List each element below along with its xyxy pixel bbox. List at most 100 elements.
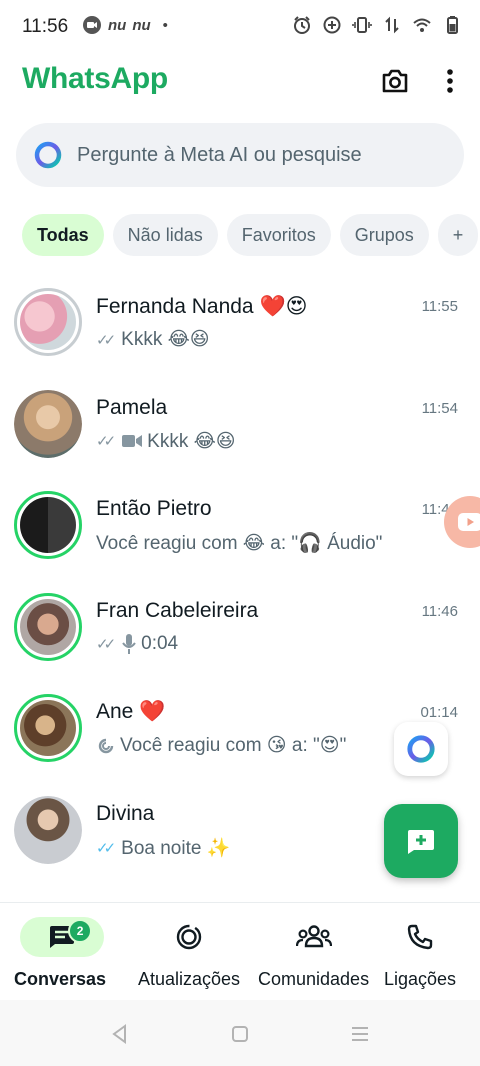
back-icon[interactable] [108,1022,132,1046]
status-time: 11:56 [22,16,69,37]
double-check-read-icon: ✓✓ [96,839,116,857]
nav-communities-label: Comunidades [258,969,370,989]
preview-text: Você reagiu com 😘 a: "😍" [120,735,347,756]
avatar[interactable] [14,491,82,559]
double-check-icon: ✓✓ [96,433,116,450]
preview-text: Kkkk 😂😆 [121,329,210,350]
nav-chats-icon-wrap: 2 [20,917,105,957]
chat-time: 11:46 [421,602,458,620]
avatar-image [14,389,82,458]
chat-preview: ✓✓ Boa noite ✨ [96,836,230,860]
preview-text: Kkkk 😂😆 [147,430,236,452]
filter-chips: Todas Não lidas Favoritos Grupos + [22,214,479,256]
video-camera-icon [83,16,101,34]
chat-name: Fernanda Nanda ❤️😍 [96,295,308,318]
filter-groups[interactable]: Grupos [339,214,429,256]
preview-text: Você reagiu com 😂 a: "🎧 Áudio" [96,533,383,554]
double-check-icon: ✓✓ [96,331,116,349]
nav-communities[interactable]: Comunidades [258,917,369,990]
search-bar[interactable] [16,123,464,187]
nav-calls[interactable]: Ligações [378,917,462,990]
avatar-image [20,598,76,655]
avatar-image [20,294,76,350]
chat-preview: ✓✓ Kkkk 😂😆 [96,430,236,453]
unread-badge: 2 [68,919,93,943]
microphone-icon [122,633,136,654]
chat-time: 11:55 [421,298,458,315]
chat-list: Fernanda Nanda ❤️😍 11:55 ✓✓ Kkkk 😂😆 Pame… [0,272,480,881]
app-title: WhatsApp [22,62,168,95]
avatar[interactable] [14,694,82,762]
filter-add[interactable]: + [437,214,479,256]
chat-name: Ane ❤️ [96,700,166,723]
chat-name: Divina [96,801,155,825]
filter-favorites[interactable]: Favoritos [226,214,331,256]
chat-name: Então Pietro [96,497,212,520]
more-options-button[interactable] [436,64,464,98]
updates-icon [176,924,202,950]
home-icon[interactable] [228,1022,252,1046]
data-arrows-icon [385,16,399,34]
chat-preview: ✓✓ 0:04 [96,633,178,655]
wifi-icon [413,18,431,32]
camera-button[interactable] [378,64,412,98]
more-vertical-icon [447,69,453,93]
nubank-icon-2: nu [132,16,151,34]
nav-updates-label: Atualizações [138,969,241,989]
system-navigation-bar [0,1000,480,1066]
system-status-icons [292,15,462,35]
avatar-image [20,497,76,553]
avatar[interactable] [14,288,82,356]
phone-icon [407,924,433,950]
preview-text: Boa noite ✨ [121,837,231,859]
chat-preview: ✓✓ Kkkk 😂😆 [96,328,210,351]
chat-name: Fran Cabeleireira [96,598,259,622]
nav-chats-label: Conversas [14,969,107,989]
chat-row[interactable]: Então Pietro 11:48 Você reagiu com 😂 a: … [0,475,480,577]
status-bar: 11:56 nu nu • [0,0,480,54]
filter-all[interactable]: Todas [22,214,104,256]
chat-name: Pamela [96,395,168,419]
chat-time: 11:54 [421,399,458,417]
recents-icon[interactable] [348,1022,372,1046]
chat-row[interactable]: Fernanda Nanda ❤️😍 11:55 ✓✓ Kkkk 😂😆 [0,272,480,374]
filter-unread[interactable]: Não lidas [112,214,218,256]
chat-preview: Você reagiu com 😘 a: "😍" [96,734,346,757]
meta-ai-icon [407,735,435,763]
avatar[interactable] [14,389,82,458]
notification-icons: nu nu • [82,15,168,35]
reaction-icon [98,738,114,753]
vibrate-icon [352,17,372,33]
nav-calls-icon-wrap [378,917,462,957]
nav-updates-icon-wrap [147,917,231,957]
preview-text: 0:04 [141,632,179,654]
bottom-navigation: 2 Conversas Atualizações Comunidades Lig… [0,902,480,1001]
camera-icon [382,69,408,93]
chat-time: 01:14 [420,704,458,721]
double-check-icon: ✓✓ [96,635,116,653]
nubank-icon: nu [108,16,127,34]
avatar[interactable] [14,592,82,661]
avatar-image [20,700,76,756]
chat-row[interactable]: Pamela 11:54 ✓✓ Kkkk 😂😆 [0,374,480,476]
meta-ai-icon [34,141,62,169]
avatar[interactable] [14,795,82,864]
chat-row[interactable]: Fran Cabeleireira 11:46 ✓✓ 0:04 [0,577,480,679]
meta-ai-button[interactable] [394,722,448,776]
communities-icon [295,925,332,948]
nav-calls-label: Ligações [383,969,457,989]
data-saver-icon [323,16,341,34]
video-icon [122,435,143,447]
battery-icon [447,16,458,34]
nav-updates[interactable]: Atualizações [138,917,240,990]
new-chat-button[interactable] [384,804,458,878]
nav-communities-icon-wrap [272,917,356,957]
avatar-image [14,795,82,864]
search-input[interactable] [75,142,439,168]
alarm-icon [294,16,310,34]
new-chat-icon [408,830,434,854]
more-notifications-dot: • [162,16,168,34]
play-icon [458,513,480,531]
chat-preview: Você reagiu com 😂 a: "🎧 Áudio" [96,531,382,555]
nav-chats[interactable]: 2 Conversas [14,917,106,990]
